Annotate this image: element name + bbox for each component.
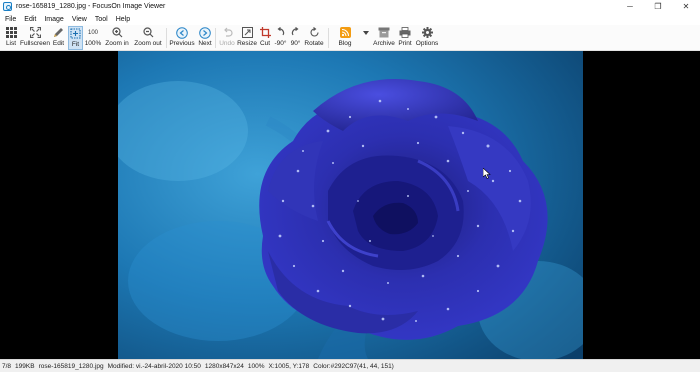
rotate-icon [309,26,320,39]
archive-icon [378,26,390,39]
fit-label: Fit [71,41,80,48]
status-file-size: 199KB [15,362,35,370]
toolbar-separator [328,28,329,48]
menu-bar: File Edit Image View Tool Help [0,13,700,25]
print-label: Print [398,40,412,47]
menu-file[interactable]: File [0,16,19,23]
menu-view[interactable]: View [67,16,90,23]
rotate-right-button[interactable]: 90° [289,26,302,50]
window-controls: ─ ❐ ✕ [616,0,700,13]
gear-icon [421,26,433,39]
blog-dropdown-button[interactable] [362,26,370,50]
blue-rose-image [118,51,583,359]
status-filename: rose-165819_1280.jpg [38,362,104,370]
app-logo-icon [3,2,12,11]
blog-button[interactable]: Blog [335,26,355,50]
fit-button[interactable]: Fit [68,26,83,50]
rotate-right-label: 90° [290,40,301,47]
close-button[interactable]: ✕ [672,0,700,13]
previous-button[interactable]: Previous [169,26,195,50]
status-zoom: 100% [247,362,265,370]
zoom-out-button[interactable]: Zoom out [133,26,163,50]
toolbar: List Fullscreen Edit Fit 100 100% Zoom i… [0,25,700,51]
list-button[interactable]: List [2,26,20,50]
pencil-icon [53,26,64,39]
fullscreen-label: Fullscreen [20,40,50,47]
next-button[interactable]: Next [197,26,213,50]
rotate-right-icon [290,26,301,39]
zoom-out-icon [142,26,154,39]
archive-label: Archive [373,40,395,47]
fit-icon [70,27,81,40]
status-position: 7/8 [2,362,12,370]
menu-image[interactable]: Image [39,16,66,23]
menu-edit[interactable]: Edit [19,16,39,23]
edit-label: Edit [52,40,65,47]
mouse-cursor-icon [482,167,491,181]
grid-icon [5,26,17,39]
arrow-left-circle-icon [176,26,188,39]
actual-size-label: 100% [84,40,102,47]
actual-size-icon: 100 [88,26,98,39]
zoom-out-label: Zoom out [134,40,162,47]
next-label: Next [198,40,212,47]
zoom-in-label: Zoom in [105,40,129,47]
undo-icon [222,26,233,39]
crop-icon [259,26,271,39]
rotate-left-button[interactable]: -90° [273,26,288,50]
rotate-label: Rotate [304,40,324,47]
undo-button[interactable]: Undo [218,26,236,50]
status-coordinates: X:1005, Y:178 [268,362,310,370]
image-viewport[interactable] [0,51,700,359]
zoom-in-button[interactable]: Zoom in [104,26,130,50]
blog-label: Blog [338,40,352,47]
print-button[interactable]: Print [397,26,413,50]
menu-tool[interactable]: Tool [90,16,111,23]
fullscreen-button[interactable]: Fullscreen [20,26,50,50]
displayed-image[interactable] [118,51,583,359]
toolbar-separator [166,28,167,48]
actual-size-button[interactable]: 100 100% [84,26,102,50]
previous-label: Previous [169,40,195,47]
fullscreen-icon [29,26,41,39]
status-dimensions: 1280x847x24 [204,362,244,370]
cut-label: Cut [259,40,271,47]
menu-help[interactable]: Help [111,16,133,23]
minimize-button[interactable]: ─ [616,0,644,13]
resize-icon [241,26,253,39]
status-bar: 7/8 199KB rose-165819_1280.jpg Modified:… [0,359,700,372]
cut-button[interactable]: Cut [258,26,272,50]
zoom-in-icon [111,26,123,39]
resize-label: Resize [237,40,257,47]
list-label: List [5,40,17,47]
archive-button[interactable]: Archive [372,26,396,50]
edit-button[interactable]: Edit [51,26,66,50]
window-title: rose-165819_1280.jpg - FocusOn Image Vie… [16,3,166,10]
status-color: Color:#292C97(41, 44, 151) [313,362,394,370]
arrow-right-circle-icon [199,26,211,39]
maximize-button[interactable]: ❐ [644,0,672,13]
printer-icon [399,26,411,39]
rotate-button[interactable]: Rotate [303,26,325,50]
dropdown-arrow-icon [363,26,369,39]
rotate-left-icon [275,26,286,39]
toolbar-separator [215,28,216,48]
title-bar: rose-165819_1280.jpg - FocusOn Image Vie… [0,0,700,13]
status-modified: Modified: vi.-24-abril-2020 10:50 [107,362,201,370]
resize-button[interactable]: Resize [237,26,257,50]
options-button[interactable]: Options [415,26,439,50]
rotate-left-label: -90° [274,40,287,47]
actual-size-icon-text: 100 [87,29,98,36]
rss-icon [339,26,351,39]
options-label: Options [415,40,439,47]
undo-label: Undo [219,40,235,47]
